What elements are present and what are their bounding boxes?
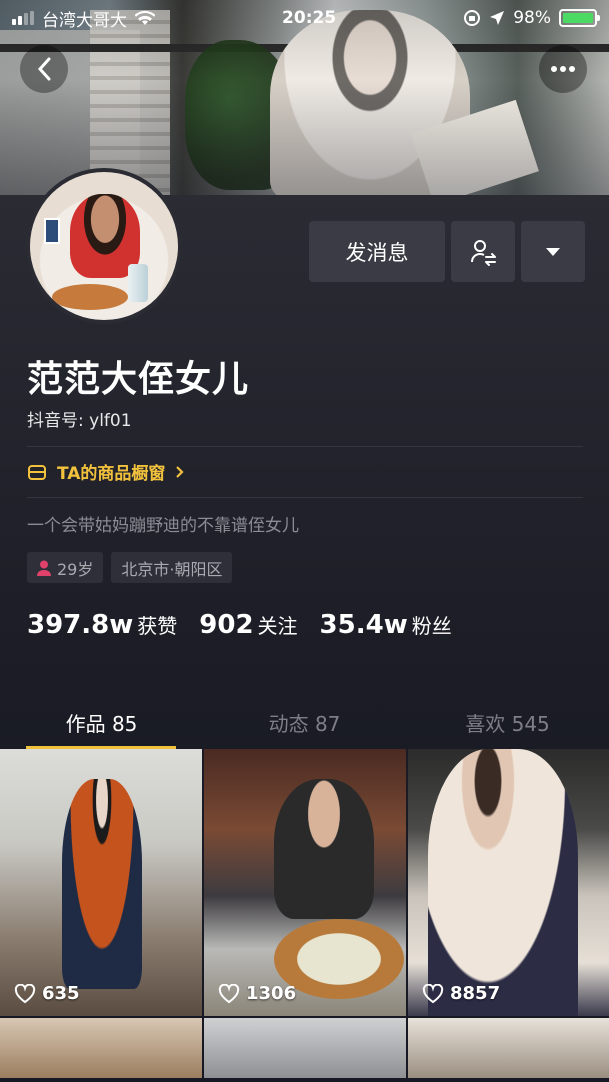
likes-label: 获赞 <box>137 614 178 638</box>
tab-activity[interactable]: 动态 87 <box>203 695 406 749</box>
video-likes-count: 1306 <box>246 983 297 1004</box>
profile-tags: 29岁 北京市·朝阳区 <box>27 552 233 583</box>
follow-toggle-button[interactable] <box>451 221 515 282</box>
orientation-lock-icon <box>464 10 481 26</box>
likes-count: 397.8w <box>27 610 134 640</box>
status-bar: 台湾大哥大 20:25 98% <box>0 0 609 36</box>
send-message-label: 发消息 <box>345 240 409 265</box>
video-thumbnail[interactable] <box>204 1018 406 1078</box>
content-tabs: 作品 85 动态 87 喜欢 545 <box>0 695 609 749</box>
video-likes: 8857 <box>422 983 500 1004</box>
user-switch-icon <box>471 239 496 266</box>
video-thumbnail[interactable]: 8857 <box>408 749 609 1016</box>
video-likes: 1306 <box>218 983 296 1004</box>
divider <box>27 497 583 498</box>
location-tag: 北京市·朝阳区 <box>111 552 233 583</box>
more-button[interactable] <box>539 45 587 93</box>
video-likes-count: 8857 <box>450 983 501 1004</box>
tab-activity-label: 动态 87 <box>268 711 341 736</box>
battery-percent: 98% <box>513 8 551 28</box>
stats-row: 397.8w 获赞 902 关注 35.4w 粉丝 <box>27 610 452 640</box>
following-label: 关注 <box>257 614 298 638</box>
heart-icon <box>218 983 240 1003</box>
video-thumbnail[interactable]: 635 <box>0 749 202 1016</box>
signal-icon <box>12 11 34 25</box>
video-likes: 635 <box>14 983 80 1004</box>
following-count: 902 <box>199 610 254 640</box>
followers-count: 35.4w <box>319 610 408 640</box>
video-grid: 635 1306 8857 <box>0 749 609 1078</box>
likes-stat: 397.8w 获赞 <box>27 610 177 640</box>
more-horizontal-icon <box>551 66 575 72</box>
chevron-right-icon <box>176 465 184 478</box>
send-message-button[interactable]: 发消息 <box>309 221 445 282</box>
divider <box>27 446 583 447</box>
douyin-id: 抖音号: ylf01 <box>27 411 132 431</box>
heart-icon <box>14 983 36 1003</box>
shop-window-link[interactable]: TA的商品橱窗 <box>27 459 184 484</box>
location-icon <box>490 11 505 25</box>
age-tag: 29岁 <box>27 552 104 583</box>
tab-likes-label: 喜欢 545 <box>465 711 550 736</box>
recommend-dropdown-button[interactable] <box>521 221 585 282</box>
age-label: 29岁 <box>57 559 94 579</box>
following-stat[interactable]: 902 关注 <box>199 610 297 640</box>
followers-stat[interactable]: 35.4w 粉丝 <box>320 610 452 640</box>
chevron-left-icon <box>37 57 51 81</box>
avatar[interactable] <box>26 168 182 324</box>
carrier-label: 台湾大哥大 <box>42 10 127 31</box>
followers-label: 粉丝 <box>411 614 452 638</box>
wifi-icon <box>135 10 155 25</box>
battery-icon <box>558 9 600 27</box>
shop-icon <box>28 464 46 480</box>
video-thumbnail[interactable]: 1306 <box>204 749 406 1016</box>
caret-down-icon <box>546 247 560 256</box>
video-thumbnail[interactable] <box>408 1018 609 1078</box>
tab-likes[interactable]: 喜欢 545 <box>406 695 609 749</box>
bio: 一个会带姑妈蹦野迪的不靠谱侄女儿 <box>27 516 299 536</box>
tab-works[interactable]: 作品 85 <box>0 695 203 749</box>
video-thumbnail[interactable] <box>0 1018 202 1078</box>
heart-icon <box>422 983 444 1003</box>
female-user-icon <box>37 560 51 576</box>
status-time: 20:25 <box>282 8 337 28</box>
location-label: 北京市·朝阳区 <box>121 559 223 579</box>
shop-window-label: TA的商品橱窗 <box>57 464 166 484</box>
nickname: 范范大侄女儿 <box>27 359 250 400</box>
tab-works-label: 作品 85 <box>65 711 138 736</box>
back-button[interactable] <box>20 45 68 93</box>
video-likes-count: 635 <box>42 983 80 1004</box>
